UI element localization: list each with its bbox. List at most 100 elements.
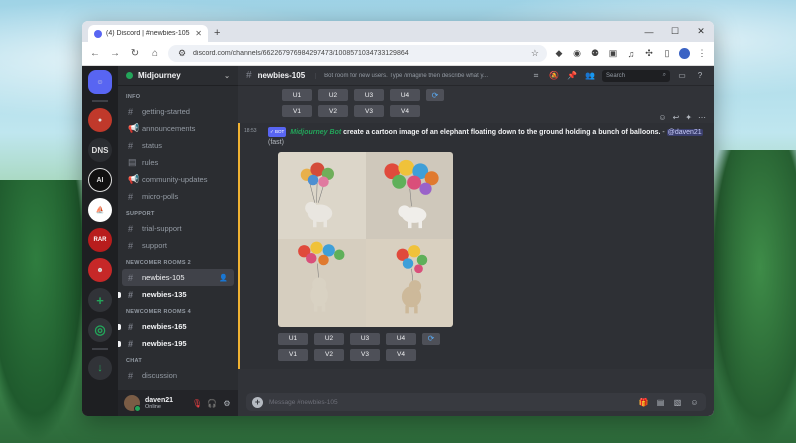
channel-trial-support[interactable]: # trial-support — [122, 220, 234, 237]
v3-button[interactable]: V3 — [350, 348, 380, 361]
minimize-icon[interactable]: — — [636, 21, 662, 42]
notifications-icon[interactable]: 🔕 — [548, 71, 560, 80]
extension-icon[interactable]: ⚉ — [589, 48, 601, 59]
inbox-icon[interactable]: ▭ — [676, 71, 688, 80]
generated-image-1[interactable] — [278, 151, 366, 240]
channel-announcements[interactable]: 📢 announcements — [122, 120, 234, 137]
download-apps-icon[interactable]: ↓ — [88, 356, 112, 380]
u4-button[interactable]: U4 — [390, 89, 420, 101]
invite-user-icon[interactable]: 👤 — [219, 274, 228, 282]
category-chat[interactable]: CHAT — [122, 352, 234, 367]
generated-image-4[interactable] — [365, 239, 453, 327]
guild-header[interactable]: Midjourney ⌄ — [118, 66, 238, 86]
image-grid[interactable] — [278, 151, 453, 327]
close-tab-icon[interactable]: ✕ — [195, 29, 202, 38]
extension-icon[interactable]: ◆ — [553, 48, 565, 59]
emoji-icon[interactable]: ☺ — [689, 398, 700, 407]
v2-button[interactable]: V2 — [314, 348, 344, 361]
channel-getting-started[interactable]: # getting-started — [122, 103, 234, 120]
attach-plus-icon[interactable]: + — [252, 396, 263, 408]
generated-image-3[interactable] — [278, 239, 366, 327]
forward-icon[interactable]: → — [108, 48, 122, 59]
user-mention[interactable]: @daven21 — [666, 128, 703, 136]
reload-icon[interactable]: ↻ — [128, 48, 142, 59]
close-window-icon[interactable]: ✕ — [688, 21, 714, 42]
bookmark-star-icon[interactable]: ☆ — [531, 48, 539, 59]
server-rar[interactable]: RAR — [88, 228, 112, 252]
v4-button[interactable]: V4 — [390, 105, 420, 117]
server-icon[interactable]: ☻ — [88, 258, 112, 282]
gif-icon[interactable]: ▤ — [655, 398, 666, 407]
explore-servers-icon[interactable]: ◎ — [88, 318, 112, 342]
u3-button[interactable]: U3 — [354, 89, 384, 101]
channel-rules[interactable]: ▤ rules — [122, 154, 234, 171]
back-icon[interactable]: ← — [88, 48, 102, 59]
microphone-muted-icon[interactable]: 🎙 — [192, 399, 202, 408]
media-icon[interactable]: ♫ — [625, 49, 637, 59]
channel-discussion[interactable]: # discussion — [122, 367, 234, 384]
headphones-icon[interactable]: 🎧 — [207, 399, 217, 408]
channel-micro-polls[interactable]: # micro-polls — [122, 188, 234, 205]
u2-button[interactable]: U2 — [318, 89, 348, 101]
profile-avatar[interactable] — [679, 48, 690, 59]
members-icon[interactable]: 👥 — [584, 71, 596, 80]
extension-icon[interactable]: ◉ — [571, 48, 583, 59]
channel-newbies-105[interactable]: # newbies-105 👤 — [122, 269, 234, 286]
side-panel-icon[interactable]: ▯ — [661, 48, 673, 59]
u4-button[interactable]: U4 — [386, 332, 416, 345]
generated-image-2[interactable] — [365, 151, 453, 240]
v2-button[interactable]: V2 — [318, 105, 348, 117]
extension-icon[interactable]: ▣ — [607, 48, 619, 59]
reroll-icon[interactable]: ⟳ — [422, 332, 440, 345]
channel-community-updates[interactable]: 📢 community-updates — [122, 171, 234, 188]
menu-kebab-icon[interactable]: ⋮ — [696, 48, 708, 59]
new-tab-icon[interactable]: + — [214, 27, 220, 39]
channel-topic[interactable]: Bot room for new users. Type /imagine th… — [315, 72, 524, 79]
server-midjourney[interactable]: ⛵ — [88, 198, 112, 222]
home-icon[interactable]: ⌂ — [148, 48, 162, 59]
v4-button[interactable]: V4 — [386, 348, 416, 361]
reply-icon[interactable]: ↩ — [673, 113, 680, 122]
gift-icon[interactable]: 🎁 — [638, 398, 649, 407]
apps-icon[interactable]: ✦ — [685, 113, 692, 122]
server-dns[interactable]: DNS — [88, 138, 112, 162]
maximize-icon[interactable]: ☐ — [662, 21, 688, 42]
v1-button[interactable]: V1 — [282, 105, 312, 117]
browser-tab[interactable]: (4) Discord | #newbies-105 | M ✕ — [88, 25, 208, 42]
v3-button[interactable]: V3 — [354, 105, 384, 117]
channel-newbies-135[interactable]: # newbies-135 — [118, 286, 234, 303]
discord-home-button[interactable]: ☺ — [88, 70, 112, 94]
category-info[interactable]: INFO — [122, 88, 234, 103]
reroll-icon[interactable]: ⟳ — [426, 89, 444, 101]
help-icon[interactable]: ? — [694, 71, 706, 80]
v1-button[interactable]: V1 — [278, 348, 308, 361]
threads-icon[interactable]: ⌗ — [530, 71, 542, 81]
gear-icon[interactable]: ⚙ — [222, 399, 232, 408]
server-icon[interactable]: ● — [88, 108, 112, 132]
category-newcomer-rooms-4[interactable]: NEWCOMER ROOMS 4 — [122, 303, 234, 318]
extensions-puzzle-icon[interactable]: ✣ — [643, 48, 655, 59]
channel-newbies-195[interactable]: # newbies-195 — [118, 335, 234, 352]
url-field[interactable]: ⚙ discord.com/channels/66226797698429747… — [168, 45, 547, 62]
u2-button[interactable]: U2 — [314, 332, 344, 345]
channel-support[interactable]: # support — [122, 237, 234, 254]
u3-button[interactable]: U3 — [350, 332, 380, 345]
message-input[interactable]: + Message #newbies-105 🎁 ▤ ▧ ☺ — [246, 393, 706, 411]
search-input[interactable]: Search ⌕ — [602, 69, 670, 82]
pinned-icon[interactable]: 📌 — [566, 71, 578, 80]
site-info-icon[interactable]: ⚙ — [176, 48, 188, 59]
category-support[interactable]: SUPPORT — [122, 205, 234, 220]
more-icon[interactable]: ⋯ — [698, 113, 706, 122]
server-ai[interactable]: AI — [88, 168, 112, 192]
u1-button[interactable]: U1 — [278, 332, 308, 345]
user-names[interactable]: daven21 Online — [145, 397, 187, 410]
avatar[interactable] — [124, 395, 141, 412]
add-reaction-icon[interactable]: ☺ — [658, 113, 666, 122]
u1-button[interactable]: U1 — [282, 89, 312, 101]
channel-status[interactable]: # status — [122, 137, 234, 154]
sticker-icon[interactable]: ▧ — [672, 398, 683, 407]
add-server-icon[interactable]: + — [88, 288, 112, 312]
channel-newbies-165[interactable]: # newbies-165 — [118, 318, 234, 335]
category-newcomer-rooms-2[interactable]: NEWCOMER ROOMS 2 — [122, 254, 234, 269]
message-author[interactable]: Midjourney Bot — [290, 129, 341, 136]
